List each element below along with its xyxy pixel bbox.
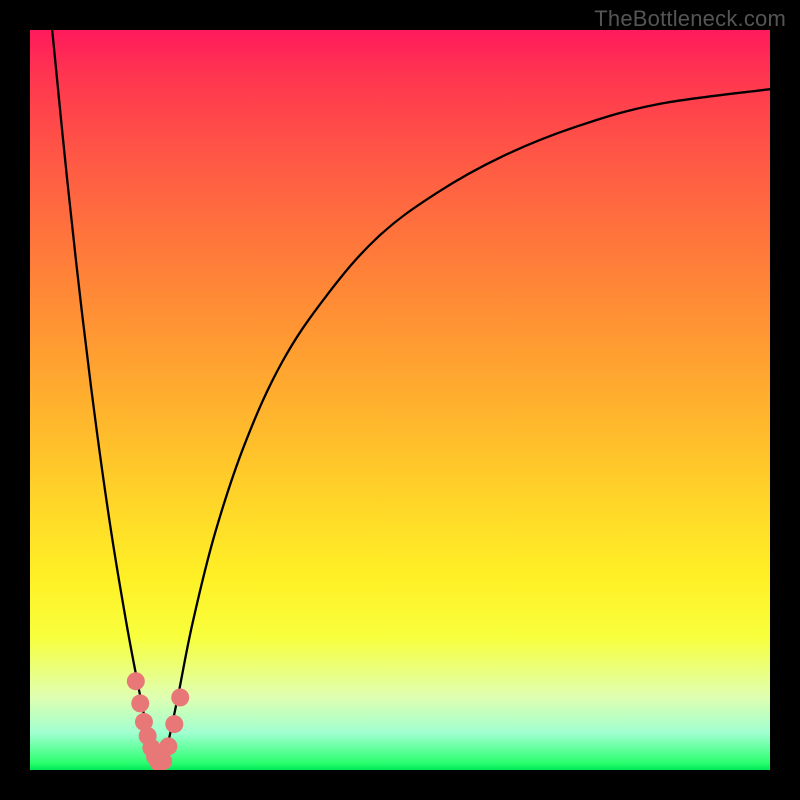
watermark-text: TheBottleneck.com bbox=[594, 6, 786, 32]
left-branch-curve bbox=[52, 30, 159, 770]
fit-marker bbox=[165, 715, 183, 733]
fit-marker bbox=[171, 688, 189, 706]
bottleneck-curve bbox=[30, 30, 770, 770]
fit-marker bbox=[159, 737, 177, 755]
plot-area bbox=[30, 30, 770, 770]
fit-marker bbox=[131, 694, 149, 712]
right-branch-curve bbox=[160, 89, 771, 770]
chart-frame: TheBottleneck.com bbox=[0, 0, 800, 800]
fit-marker bbox=[127, 672, 145, 690]
